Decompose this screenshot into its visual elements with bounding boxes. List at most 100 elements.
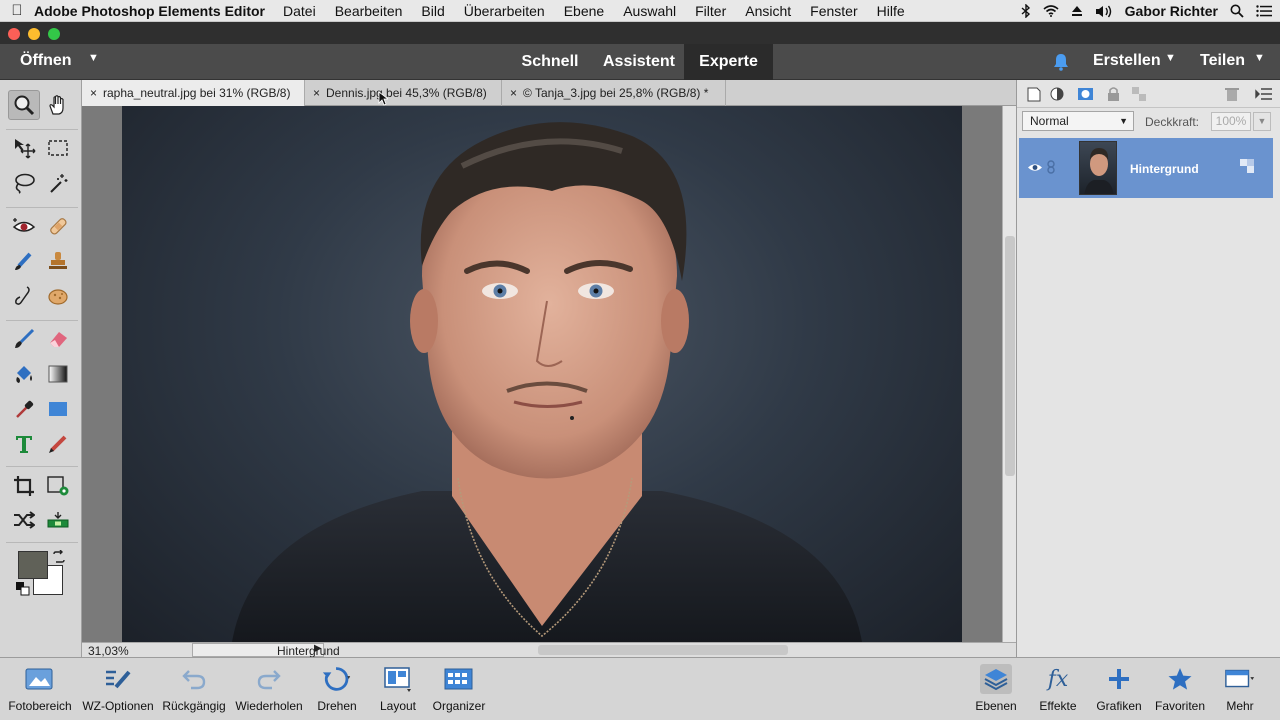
visibility-eye-icon[interactable] <box>1027 162 1043 173</box>
menu-auswahl[interactable]: Auswahl <box>623 3 676 19</box>
horizontal-scroll-thumb[interactable] <box>538 645 788 655</box>
quick-selection-tool[interactable] <box>42 168 74 198</box>
zoom-tool[interactable] <box>8 90 40 120</box>
pencil-tool[interactable] <box>42 429 74 459</box>
tab-document-rapha[interactable]: × rapha_neutral.jpg bei 31% (RGB/8) <box>82 80 305 106</box>
effects-button[interactable]: fx Effekte <box>1030 658 1086 720</box>
blend-mode-select[interactable]: Normal ▼ <box>1022 111 1134 131</box>
redo-button[interactable]: Wiederholen <box>231 658 307 720</box>
panel-menu-icon[interactable] <box>1255 86 1273 102</box>
photo-bin-button[interactable]: Fotobereich <box>0 658 80 720</box>
clone-stamp-tool[interactable] <box>42 246 74 276</box>
lock-transparency-icon[interactable] <box>1131 86 1149 102</box>
share-dropdown-icon[interactable]: ▼ <box>1254 52 1265 64</box>
opacity-input[interactable]: 100% <box>1211 112 1251 131</box>
window-zoom-button[interactable] <box>48 28 60 40</box>
notification-bell-icon[interactable] <box>1052 53 1070 71</box>
smart-brush-tool[interactable] <box>8 246 40 276</box>
lasso-tool[interactable] <box>8 168 40 198</box>
sponge-tool[interactable] <box>42 281 74 311</box>
eject-icon[interactable] <box>1071 5 1083 17</box>
layout-button[interactable]: Layout <box>372 658 424 720</box>
rectangular-marquee-tool[interactable] <box>42 133 74 163</box>
vertical-scrollbar[interactable] <box>1002 106 1016 642</box>
menu-filter[interactable]: Filter <box>695 3 726 19</box>
adjustment-layer-icon[interactable] <box>1049 86 1067 102</box>
notification-center-icon[interactable] <box>1256 5 1272 17</box>
tab-document-tanja[interactable]: × © Tanja_3.jpg bei 25,8% (RGB/8) * <box>502 80 726 106</box>
layer-mask-icon[interactable] <box>1077 86 1095 102</box>
new-layer-icon[interactable] <box>1025 86 1043 102</box>
open-button[interactable]: Öffnen <box>20 52 72 70</box>
lock-all-icon[interactable] <box>1105 86 1123 102</box>
vertical-scroll-thumb[interactable] <box>1005 236 1015 476</box>
open-dropdown-icon[interactable]: ▼ <box>88 52 99 64</box>
tab-experte[interactable]: Experte <box>684 44 773 80</box>
paint-bucket-tool[interactable] <box>8 359 40 389</box>
menu-app-name[interactable]: Adobe Photoshop Elements Editor <box>34 3 265 19</box>
share-button[interactable]: Teilen <box>1200 52 1245 70</box>
close-tab-icon[interactable]: × <box>313 86 320 100</box>
tab-document-dennis[interactable]: × Dennis.jpg bei 45,3% (RGB/8) <box>305 80 502 106</box>
zoom-level[interactable]: 31,03% <box>88 644 129 658</box>
rotate-button[interactable]: Drehen <box>310 658 364 720</box>
create-button[interactable]: Erstellen <box>1093 52 1161 70</box>
menu-ebene[interactable]: Ebene <box>564 3 604 19</box>
window-minimize-button[interactable] <box>28 28 40 40</box>
menu-bearbeiten[interactable]: Bearbeiten <box>335 3 403 19</box>
status-arrow-icon[interactable]: ▶ <box>314 643 322 654</box>
hand-tool[interactable] <box>42 90 74 120</box>
organizer-button[interactable]: Organizer <box>428 658 490 720</box>
menubar-user-name[interactable]: Gabor Richter <box>1125 3 1218 19</box>
more-button[interactable]: Mehr <box>1212 658 1268 720</box>
content-aware-move-tool[interactable] <box>8 505 40 535</box>
menu-ueberarbeiten[interactable]: Überarbeiten <box>464 3 545 19</box>
create-dropdown-icon[interactable]: ▼ <box>1165 52 1176 64</box>
recompose-icon <box>47 476 69 496</box>
menu-fenster[interactable]: Fenster <box>810 3 857 19</box>
swap-colors-icon[interactable] <box>52 550 66 564</box>
menu-ansicht[interactable]: Ansicht <box>745 3 791 19</box>
tab-assistent[interactable]: Assistent <box>594 44 684 80</box>
crop-tool[interactable] <box>8 471 40 501</box>
chevron-down-icon: ▼ <box>1119 116 1128 126</box>
blur-tool[interactable] <box>8 281 40 311</box>
menu-bild[interactable]: Bild <box>421 3 444 19</box>
volume-icon[interactable] <box>1095 5 1113 18</box>
undo-icon <box>182 670 206 690</box>
spot-healing-tool[interactable] <box>42 211 74 241</box>
bluetooth-icon[interactable] <box>1021 4 1031 18</box>
text-tool[interactable] <box>8 429 40 459</box>
graphics-button[interactable]: Grafiken <box>1090 658 1148 720</box>
eraser-tool[interactable] <box>42 324 74 354</box>
undo-button[interactable]: Rückgängig <box>158 658 230 720</box>
close-tab-icon[interactable]: × <box>510 86 517 100</box>
eyedropper-tool[interactable] <box>8 394 40 424</box>
close-tab-icon[interactable]: × <box>90 86 97 100</box>
wifi-icon[interactable] <box>1043 5 1059 17</box>
default-colors-icon[interactable] <box>16 582 30 596</box>
menu-hilfe[interactable]: Hilfe <box>877 3 905 19</box>
spotlight-search-icon[interactable] <box>1230 4 1244 18</box>
layers-button[interactable]: Ebenen <box>970 658 1022 720</box>
menu-datei[interactable]: Datei <box>283 3 316 19</box>
gradient-tool[interactable] <box>42 359 74 389</box>
image-canvas[interactable] <box>82 106 1002 642</box>
rectangle-shape-tool[interactable] <box>42 394 74 424</box>
link-layer-icon[interactable] <box>1047 160 1055 174</box>
delete-layer-icon[interactable] <box>1223 86 1241 102</box>
brush-tool[interactable] <box>8 324 40 354</box>
tool-options-button[interactable]: WZ-Optionen <box>78 658 158 720</box>
foreground-color-swatch[interactable] <box>18 551 48 579</box>
recompose-tool[interactable] <box>42 471 74 501</box>
move-tool[interactable] <box>8 133 40 163</box>
straighten-tool[interactable] <box>42 505 74 535</box>
opacity-dropdown-icon[interactable]: ▼ <box>1253 112 1271 131</box>
tool-options-label: WZ-Optionen <box>82 699 154 713</box>
red-eye-tool[interactable] <box>8 211 40 241</box>
favorites-button[interactable]: Favoriten <box>1150 658 1210 720</box>
tab-schnell[interactable]: Schnell <box>512 44 588 80</box>
window-close-button[interactable] <box>8 28 20 40</box>
apple-icon[interactable]:  <box>0 2 34 19</box>
layer-row-hintergrund[interactable]: Hintergrund <box>1019 138 1273 198</box>
